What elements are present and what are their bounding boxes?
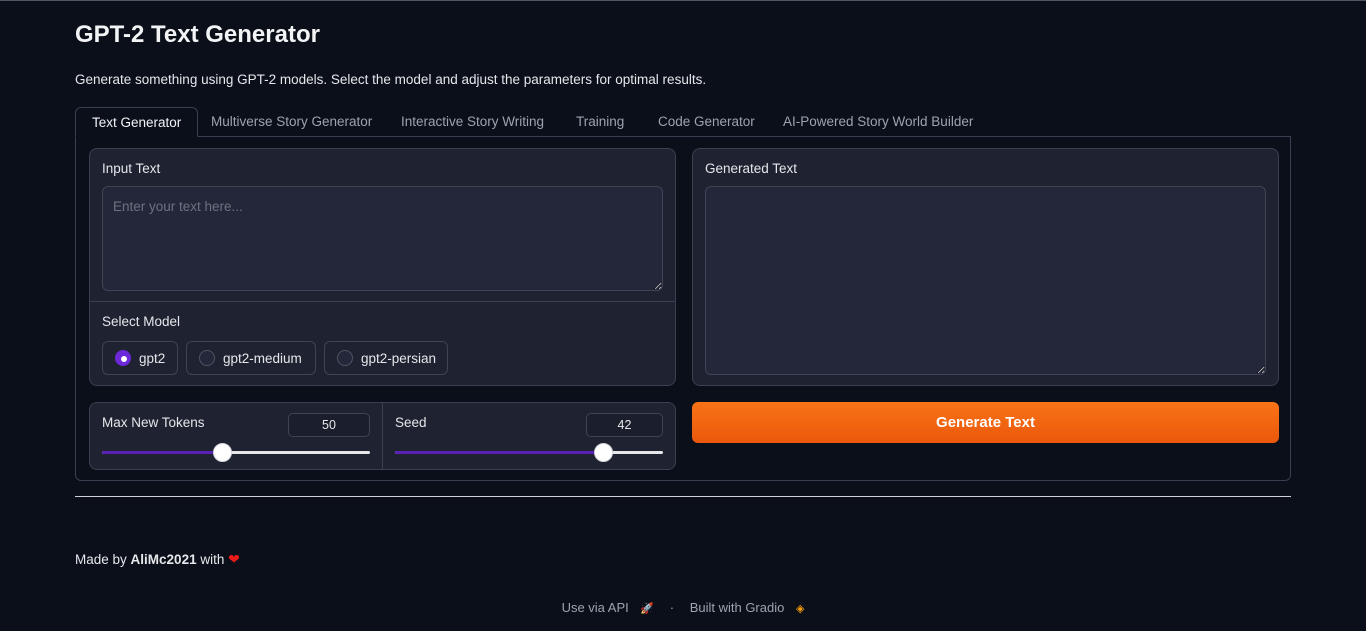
built-with-gradio-label: Built with Gradio	[689, 600, 785, 615]
tab-text-generator[interactable]: Text Generator	[75, 107, 199, 137]
tab-bar: Text Generator Multiverse Story Generato…	[75, 107, 1291, 137]
radio-gpt2-persian-label: gpt2-persian	[361, 350, 437, 366]
gradio-logo-icon: ◈	[795, 603, 805, 615]
page-description: Generate something using GPT-2 models. S…	[75, 72, 707, 87]
footer-divider	[75, 496, 1291, 497]
input-text-label: Input Text	[102, 161, 161, 176]
generated-text-label: Generated Text	[705, 161, 798, 176]
radio-gpt2-medium-label: gpt2-medium	[223, 350, 302, 366]
seed-slider-handle[interactable]	[594, 443, 613, 462]
top-border	[0, 0, 1366, 1]
max-tokens-label: Max New Tokens	[102, 415, 205, 430]
sliders-block: Max New Tokens 50 Seed 42	[89, 402, 676, 470]
radio-gpt2-persian[interactable]: gpt2-persian	[324, 341, 448, 375]
gradio-footer: Use via API 🚀 · Built with Gradio ◈	[0, 600, 1366, 615]
max-tokens-number-input[interactable]: 50	[288, 413, 370, 437]
block-divider	[90, 301, 675, 302]
radio-gpt2[interactable]: gpt2	[102, 341, 178, 375]
input-model-block: Input Text Select Model gpt2 gpt2-medium…	[89, 148, 676, 386]
tab-multiverse-story-generator[interactable]: Multiverse Story Generator	[211, 107, 372, 137]
use-via-api-label: Use via API	[561, 600, 629, 615]
footer-separator: ·	[669, 600, 675, 615]
tab-story-world-builder[interactable]: AI-Powered Story World Builder	[783, 107, 973, 137]
tab-panel-text-generator: Input Text Select Model gpt2 gpt2-medium…	[75, 136, 1291, 481]
radio-gpt2-medium[interactable]: gpt2-medium	[186, 341, 316, 375]
rocket-icon: 🚀	[640, 603, 655, 615]
max-tokens-slider[interactable]	[102, 443, 370, 462]
sliders-divider	[382, 403, 383, 469]
radio-gpt2-label: gpt2	[139, 350, 166, 366]
input-text-field[interactable]	[102, 186, 663, 291]
use-via-api-link[interactable]: Use via API 🚀	[558, 600, 659, 615]
credits-prefix: Made by	[75, 552, 127, 567]
heart-icon: ❤	[228, 551, 240, 567]
generate-text-button[interactable]: Generate Text	[692, 402, 1279, 443]
tab-interactive-story-writing[interactable]: Interactive Story Writing	[401, 107, 544, 137]
tab-training[interactable]: Training	[576, 107, 624, 137]
radio-unselected-icon	[337, 350, 353, 366]
output-block: Generated Text	[692, 148, 1279, 386]
max-tokens-slider-handle[interactable]	[213, 443, 232, 462]
page-title: GPT-2 Text Generator	[75, 21, 320, 48]
radio-selected-icon	[115, 350, 131, 366]
radio-unselected-icon	[199, 350, 215, 366]
credits: Made by AliMc2021 with ❤	[75, 551, 240, 568]
generated-text-field[interactable]	[705, 186, 1266, 375]
seed-number-input[interactable]: 42	[586, 413, 663, 437]
seed-label: Seed	[395, 415, 427, 430]
credits-suffix: with	[200, 552, 225, 567]
seed-slider[interactable]	[395, 443, 663, 462]
built-with-gradio-link[interactable]: Built with Gradio ◈	[686, 600, 809, 615]
tab-code-generator[interactable]: Code Generator	[658, 107, 755, 137]
credits-author: AliMc2021	[130, 552, 197, 567]
select-model-label: Select Model	[102, 314, 181, 329]
